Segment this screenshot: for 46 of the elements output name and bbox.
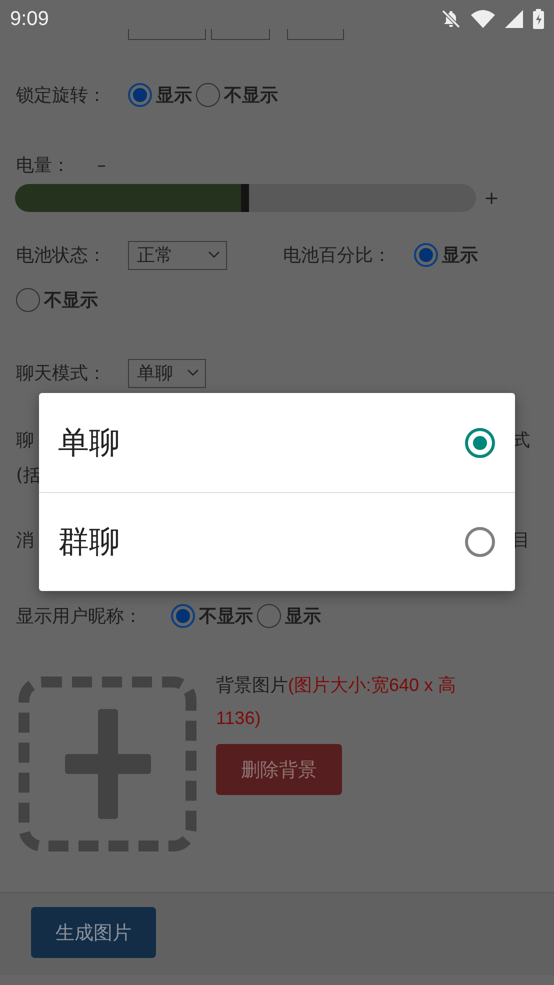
input-field[interactable] — [287, 29, 344, 40]
generate-image-button[interactable]: 生成图片 — [31, 907, 156, 958]
field-label: 电量： — [16, 154, 71, 177]
radio-label: 显示 — [442, 244, 478, 267]
covered-text: 消 — [16, 529, 34, 552]
delete-background-button[interactable]: 删除背景 — [216, 744, 342, 795]
radio-label: 不显示 — [44, 289, 98, 312]
wifi-icon — [471, 10, 495, 28]
background-image-caption: 背景图片(图片大小:宽640 x 高 1136) — [216, 674, 458, 730]
battery-charging-icon — [533, 9, 544, 29]
field-label: 聊天模式： — [16, 362, 107, 385]
radio-label: 显示 — [156, 84, 192, 107]
option-label: 单聊 — [58, 424, 120, 462]
option-label: 群聊 — [58, 523, 120, 562]
radio-button[interactable] — [257, 604, 281, 628]
radio-button[interactable] — [128, 83, 152, 107]
signal-icon — [505, 10, 523, 28]
covered-text: 聊 — [16, 429, 34, 452]
chevron-down-icon — [187, 369, 199, 377]
dropdown[interactable]: 单聊 — [128, 358, 206, 388]
radio-button[interactable] — [171, 604, 195, 628]
dropdown[interactable]: 正常 — [128, 240, 227, 270]
radio-label: 不显示 — [224, 84, 278, 107]
radio-button[interactable] — [414, 243, 438, 267]
radio-label: 显示 — [285, 605, 321, 628]
input-field[interactable] — [128, 29, 206, 40]
add-image-icon[interactable] — [18, 676, 197, 852]
chevron-down-icon — [208, 251, 220, 259]
field-label: 电池百分比： — [283, 244, 392, 267]
radio-button[interactable] — [16, 288, 40, 312]
dialog-option[interactable]: 群聊 — [39, 492, 515, 591]
covered-text: (括 — [16, 464, 42, 487]
radio-button[interactable] — [465, 527, 495, 557]
radio-label: 不显示 — [199, 605, 253, 628]
increase-button[interactable]: + — [484, 188, 500, 208]
radio-button[interactable] — [196, 83, 220, 107]
radio-button[interactable] — [465, 428, 495, 458]
field-label: 电池状态： — [16, 244, 107, 267]
field-label: 显示用户昵称： — [16, 605, 143, 628]
status-time: 9:09 — [10, 8, 49, 30]
decrease-button[interactable]: – — [97, 154, 106, 176]
field-label: 锁定旋转： — [16, 84, 107, 107]
input-field[interactable] — [211, 29, 270, 40]
slider-track[interactable] — [15, 184, 476, 212]
dialog-option[interactable]: 单聊 — [39, 393, 515, 492]
bell-off-icon — [441, 9, 461, 29]
